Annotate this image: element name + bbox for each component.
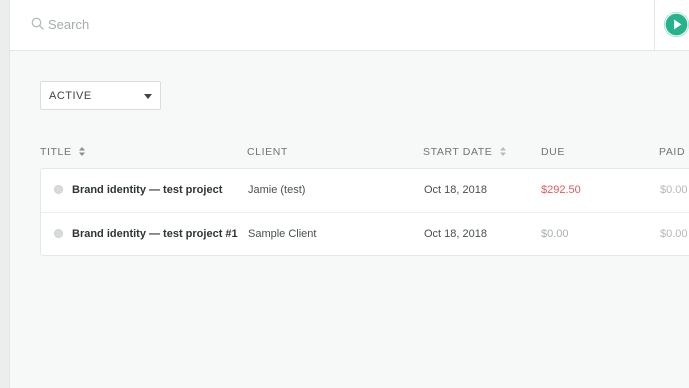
project-title[interactable]: Brand identity — test project (72, 184, 222, 196)
sidebar-edge (0, 0, 10, 388)
table-row[interactable]: Brand identity — test project Jamie (tes… (41, 169, 689, 213)
chevron-down-icon (144, 94, 152, 99)
search-icon (30, 16, 46, 32)
column-header-paid-label: PAID (659, 146, 686, 158)
project-due-amount: $0.00 (541, 228, 569, 240)
sort-icon (79, 146, 86, 156)
column-header-start-date[interactable]: START DATE (423, 146, 506, 158)
project-client: Sample Client (248, 228, 317, 240)
project-paid-amount: $0.00 (660, 228, 688, 240)
timer-play-button[interactable] (664, 12, 689, 37)
column-header-due-label: DUE (541, 146, 565, 158)
column-header-title-label: TITLE (40, 146, 72, 158)
search-input[interactable] (48, 12, 448, 36)
projects-table: Brand identity — test project Jamie (tes… (40, 168, 689, 256)
app-window: ACTIVE TITLE CLIENT START DATE DUE PAID (0, 0, 689, 388)
top-bar (10, 0, 689, 51)
status-filter-value: ACTIVE (49, 90, 92, 102)
project-start-date: Oct 18, 2018 (424, 228, 487, 240)
project-client: Jamie (test) (248, 184, 306, 196)
column-header-client: CLIENT (247, 146, 288, 158)
project-start-date: Oct 18, 2018 (424, 184, 487, 196)
row-select-radio[interactable] (54, 229, 63, 238)
topbar-divider (654, 0, 655, 50)
column-header-due: DUE (541, 146, 565, 158)
project-title[interactable]: Brand identity — test project #1 (72, 228, 238, 240)
status-filter-select[interactable]: ACTIVE (40, 81, 161, 110)
sort-icon (499, 146, 506, 156)
row-select-radio[interactable] (54, 185, 63, 194)
column-header-start-date-label: START DATE (423, 146, 493, 158)
column-header-title[interactable]: TITLE (40, 146, 86, 158)
play-icon (664, 12, 689, 37)
table-row[interactable]: Brand identity — test project #1 Sample … (41, 213, 689, 255)
column-header-paid: PAID (659, 146, 685, 158)
project-due-amount: $292.50 (541, 184, 581, 196)
column-header-client-label: CLIENT (247, 146, 288, 158)
project-paid-amount: $0.00 (660, 184, 688, 196)
